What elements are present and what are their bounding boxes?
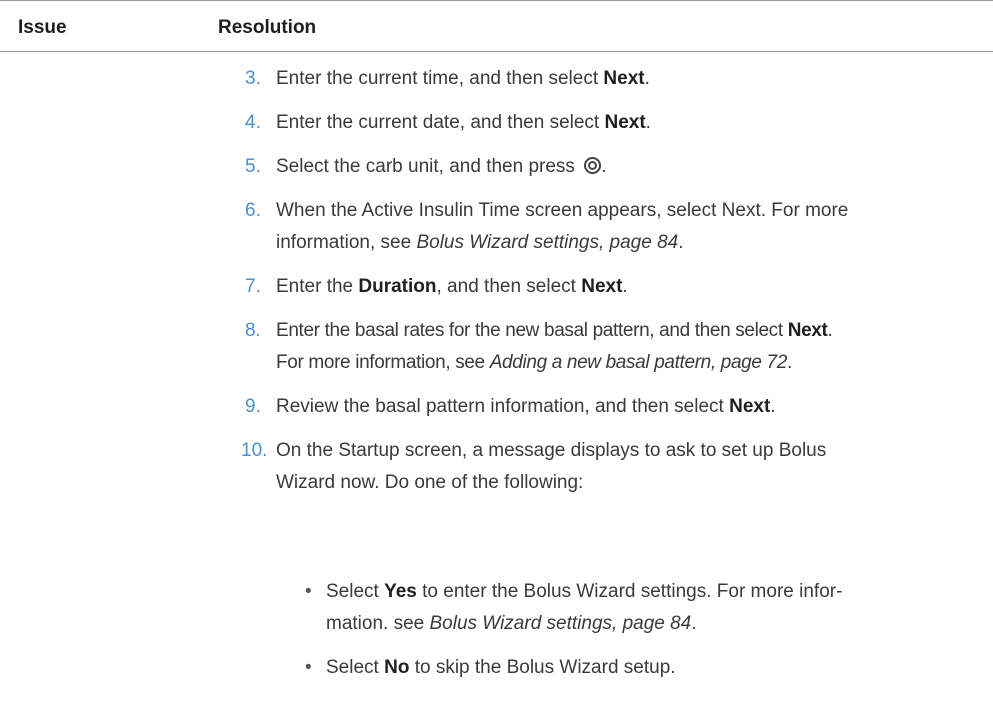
step-10: 10. On the Startup screen, a message dis… [241,435,985,499]
step-text-end: . [786,352,792,373]
step-text-line1: Enter the basal rates for the new basal … [276,320,788,341]
bullet-item-no: • Select No to skip the Bolus Wizard set… [305,652,985,684]
step-text-end: . [678,232,684,253]
step-bold-text: Next [603,68,645,89]
step-bold-text: Next [729,396,771,417]
step-3: 3. Enter the current time, and then sele… [245,63,985,95]
bullet-text-end: to skip the Bolus Wizard setup. [409,657,676,678]
step-4: 4. Enter the current date, and then sele… [245,107,985,139]
step-number: 9. [245,396,261,417]
step-bold-text-2: Next [581,276,623,297]
step-6: 6. When the Active Insulin Time screen a… [245,195,985,259]
table-header-row: Issue Resolution [0,0,993,52]
step-text-line2: information, see [276,232,417,253]
step-9: 9. Review the basal pattern information,… [245,391,985,423]
step-text-end: . [644,68,650,89]
step-text-end: . [645,112,651,133]
option-bullet-list: • Select Yes to enter the Bolus Wizard s… [305,576,985,684]
step-text-line1: On the Startup screen, a message display… [276,440,827,461]
bullet-item-yes: • Select Yes to enter the Bolus Wizard s… [305,576,985,640]
step-number: 4. [245,112,261,133]
bullet-text: Select [326,657,385,678]
step-number: 5. [245,156,261,177]
bullet-text: Select [326,581,385,602]
step-5: 5. Select the carb unit, and then press … [245,151,985,183]
bullet-text-line2: mation. see [326,613,430,634]
bullet-text-end: . [691,613,697,634]
step-text: Enter the [276,276,359,297]
column-header-issue: Issue [18,17,67,38]
cross-reference-link: Bolus Wizard settings, page 84 [416,232,679,253]
cross-reference-link: Bolus Wizard settings, page 84 [429,613,692,634]
step-text-line2: For more information, see [276,352,490,373]
bullet-dot: • [305,581,312,602]
step-number: 6. [245,200,261,221]
select-button-icon [584,157,602,174]
column-header-resolution: Resolution [218,17,317,38]
step-number: 8. [245,320,261,341]
cross-reference-link: Adding a new basal pattern, page 72 [489,352,788,373]
step-text: Select the carb unit, and then press [276,156,581,177]
resolution-steps-list: 3. Enter the current time, and then sele… [241,63,985,499]
step-number: 7. [245,276,261,297]
step-bold-text: Next [787,320,828,341]
step-text: Enter the current time, and then select [276,68,604,89]
bullet-dot: • [305,657,312,678]
bullet-bold-text: No [384,657,410,678]
step-number: 10. [241,440,268,461]
step-text-end: . [622,276,628,297]
step-text-line1: When the Active Insulin Time screen appe… [276,200,849,221]
bullet-bold-text: Yes [384,581,417,602]
step-text: Review the basal pattern information, an… [276,396,730,417]
step-text-end: . [770,396,776,417]
step-text: Enter the current date, and then select [276,112,605,133]
step-bold-text: Next [604,112,646,133]
step-8: 8. Enter the basal rates for the new bas… [245,315,985,379]
step-text-end: . [601,156,607,177]
step-text-mid: , and then select [436,276,582,297]
step-text-line2: Wizard now. Do one of the following: [276,472,584,493]
step-bold-text: Duration [358,276,437,297]
step-7: 7. Enter the Duration, and then select N… [245,271,985,303]
step-number: 3. [245,68,261,89]
step-text-line1-end: . [827,320,833,341]
bullet-text-line1: to enter the Bolus Wizard settings. For … [416,581,843,602]
